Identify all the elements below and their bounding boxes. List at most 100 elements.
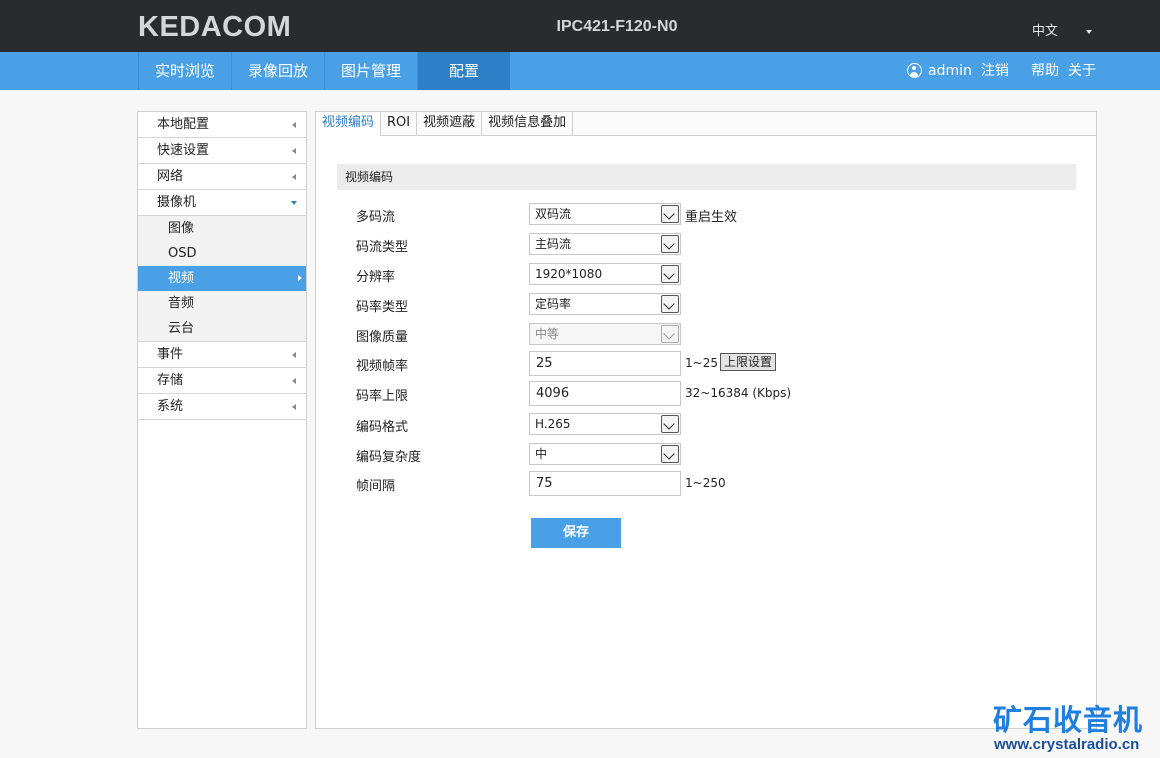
chevron-down-icon: [661, 235, 679, 253]
sidebar-subitem-ptz[interactable]: 云台: [138, 316, 306, 341]
logout-link[interactable]: 注销: [981, 63, 1009, 79]
sidebar-subitem-label: 视频: [168, 271, 195, 286]
stream-type-select[interactable]: 主码流: [529, 233, 681, 255]
nav-tab-playback[interactable]: 录像回放: [231, 52, 324, 90]
row-stream-type: 码流类型 主码流: [356, 233, 1056, 255]
chevron-down-icon: [291, 201, 297, 205]
field-label: 码率类型: [356, 300, 409, 315]
sidebar-item-label: 网络: [157, 169, 184, 184]
sidebar-subitem-audio[interactable]: 音频: [138, 291, 306, 316]
row-bitrate-limit: 码率上限 4096 32~16384 (Kbps): [356, 381, 1056, 406]
row-encoding: 编码格式 H.265: [356, 413, 1056, 435]
row-complexity: 编码复杂度 中: [356, 443, 1056, 465]
about-link[interactable]: 关于: [1068, 63, 1096, 79]
watermark-url: www.crystalradio.cn: [994, 736, 1140, 753]
field-label: 帧间隔: [356, 479, 396, 494]
sidebar-subitem-image[interactable]: 图像: [138, 216, 306, 241]
device-model: IPC421-F120-N0: [556, 18, 678, 35]
iframe-interval-range: 1~250: [685, 476, 726, 490]
field-label: 分辨率: [356, 270, 396, 285]
field-label: 码率上限: [356, 389, 409, 404]
chevron-left-icon: [292, 378, 296, 384]
sidebar-item-local-config[interactable]: 本地配置: [138, 112, 306, 138]
sidebar-subitem-video[interactable]: 视频: [138, 266, 306, 291]
select-value: H.265: [535, 417, 571, 431]
user-area: admin 注销 帮助 关于: [907, 52, 1096, 90]
chevron-left-icon: [292, 174, 296, 180]
sidebar-item-label: 快速设置: [157, 143, 210, 158]
select-value: 双码流: [535, 207, 572, 221]
sidebar-subitem-osd[interactable]: OSD: [138, 241, 306, 266]
config-sidebar: 本地配置 快速设置 网络 摄像机 图像 OSD 视频 音频 云台 事件 存储 系…: [137, 111, 307, 729]
field-label: 多码流: [356, 210, 396, 225]
language-label: 中文: [1032, 24, 1059, 39]
select-value: 主码流: [535, 237, 572, 251]
chevron-left-icon: [292, 404, 296, 410]
username[interactable]: admin: [928, 63, 972, 79]
top-bar: KEDACOM IPC421-F120-N0 中文: [0, 0, 1160, 52]
frame-rate-range: 1~25: [685, 356, 718, 370]
camera-submenu: 图像 OSD 视频 音频 云台: [138, 216, 306, 342]
field-label: 编码格式: [356, 420, 409, 435]
user-icon: [907, 63, 923, 78]
chevron-down-icon: [661, 205, 679, 223]
bitrate-type-select[interactable]: 定码率: [529, 293, 681, 315]
sidebar-item-camera[interactable]: 摄像机: [138, 190, 306, 216]
select-value: 1920*1080: [535, 267, 603, 281]
row-resolution: 分辨率 1920*1080: [356, 263, 1056, 285]
frame-rate-input[interactable]: 25: [529, 351, 681, 376]
tab-roi[interactable]: ROI: [381, 112, 418, 135]
limit-settings-button[interactable]: 上限设置: [720, 353, 777, 371]
main-nav: 实时浏览 录像回放 图片管理 配置 admin 注销 帮助 关于: [0, 52, 1160, 90]
sidebar-item-label: 本地配置: [157, 117, 210, 132]
chevron-down-icon: [661, 415, 679, 433]
bitrate-limit-input[interactable]: 4096: [529, 381, 681, 406]
sidebar-item-system[interactable]: 系统: [138, 394, 306, 420]
image-quality-select: 中等: [529, 323, 681, 345]
sidebar-item-quick-setup[interactable]: 快速设置: [138, 138, 306, 164]
tab-video-encoding[interactable]: 视频编码: [316, 112, 382, 136]
select-value: 中: [535, 447, 548, 461]
complexity-select[interactable]: 中: [529, 443, 681, 465]
chevron-left-icon: [292, 148, 296, 154]
row-bitrate-type: 码率类型 定码率: [356, 293, 1056, 315]
iframe-interval-input[interactable]: 75: [529, 471, 681, 496]
row-frame-rate: 视频帧率 25 1~25 上限设置: [356, 351, 1056, 376]
sidebar-item-network[interactable]: 网络: [138, 164, 306, 190]
language-select[interactable]: 中文: [1032, 20, 1093, 39]
chevron-down-icon: [661, 295, 679, 313]
watermark-title: 矿石收音机: [993, 703, 1144, 737]
tab-video-mask[interactable]: 视频遮蔽: [417, 112, 483, 135]
multi-stream-select[interactable]: 双码流: [529, 203, 681, 225]
subtab-bar: 视频编码 ROI 视频遮蔽 视频信息叠加: [316, 112, 1096, 136]
tab-video-overlay[interactable]: 视频信息叠加: [482, 112, 574, 135]
main-panel: 视频编码 ROI 视频遮蔽 视频信息叠加 视频编码 多码流 双码流 重启生效 码…: [315, 111, 1097, 729]
chevron-left-icon: [292, 122, 296, 128]
nav-tab-live[interactable]: 实时浏览: [138, 52, 231, 90]
save-button[interactable]: 保存: [531, 518, 621, 548]
sidebar-item-label: 摄像机: [157, 195, 197, 210]
sidebar-item-label: 存储: [157, 373, 184, 388]
bitrate-range: 32~16384 (Kbps): [685, 386, 792, 400]
row-iframe-interval: 帧间隔 75 1~250: [356, 471, 1056, 496]
select-value: 定码率: [535, 297, 572, 311]
resolution-select[interactable]: 1920*1080: [529, 263, 681, 285]
chevron-right-icon: [298, 275, 302, 281]
chevron-down-icon: [661, 445, 679, 463]
sidebar-item-events[interactable]: 事件: [138, 342, 306, 368]
sidebar-item-storage[interactable]: 存储: [138, 368, 306, 394]
chevron-down-icon: [661, 265, 679, 283]
field-label: 码流类型: [356, 240, 409, 255]
field-label: 视频帧率: [356, 359, 409, 374]
chevron-down-icon: [1086, 29, 1093, 34]
row-multi-stream: 多码流 双码流 重启生效: [356, 203, 1056, 225]
nav-tab-config[interactable]: 配置: [417, 52, 510, 90]
field-label: 编码复杂度: [356, 450, 422, 465]
sidebar-item-label: 系统: [157, 399, 184, 414]
nav-tab-pictures[interactable]: 图片管理: [324, 52, 417, 90]
restart-note: 重启生效: [685, 210, 738, 225]
section-title: 视频编码: [337, 164, 1076, 190]
sidebar-item-label: 事件: [157, 347, 184, 362]
help-link[interactable]: 帮助: [1031, 63, 1059, 79]
encoding-format-select[interactable]: H.265: [529, 413, 681, 435]
